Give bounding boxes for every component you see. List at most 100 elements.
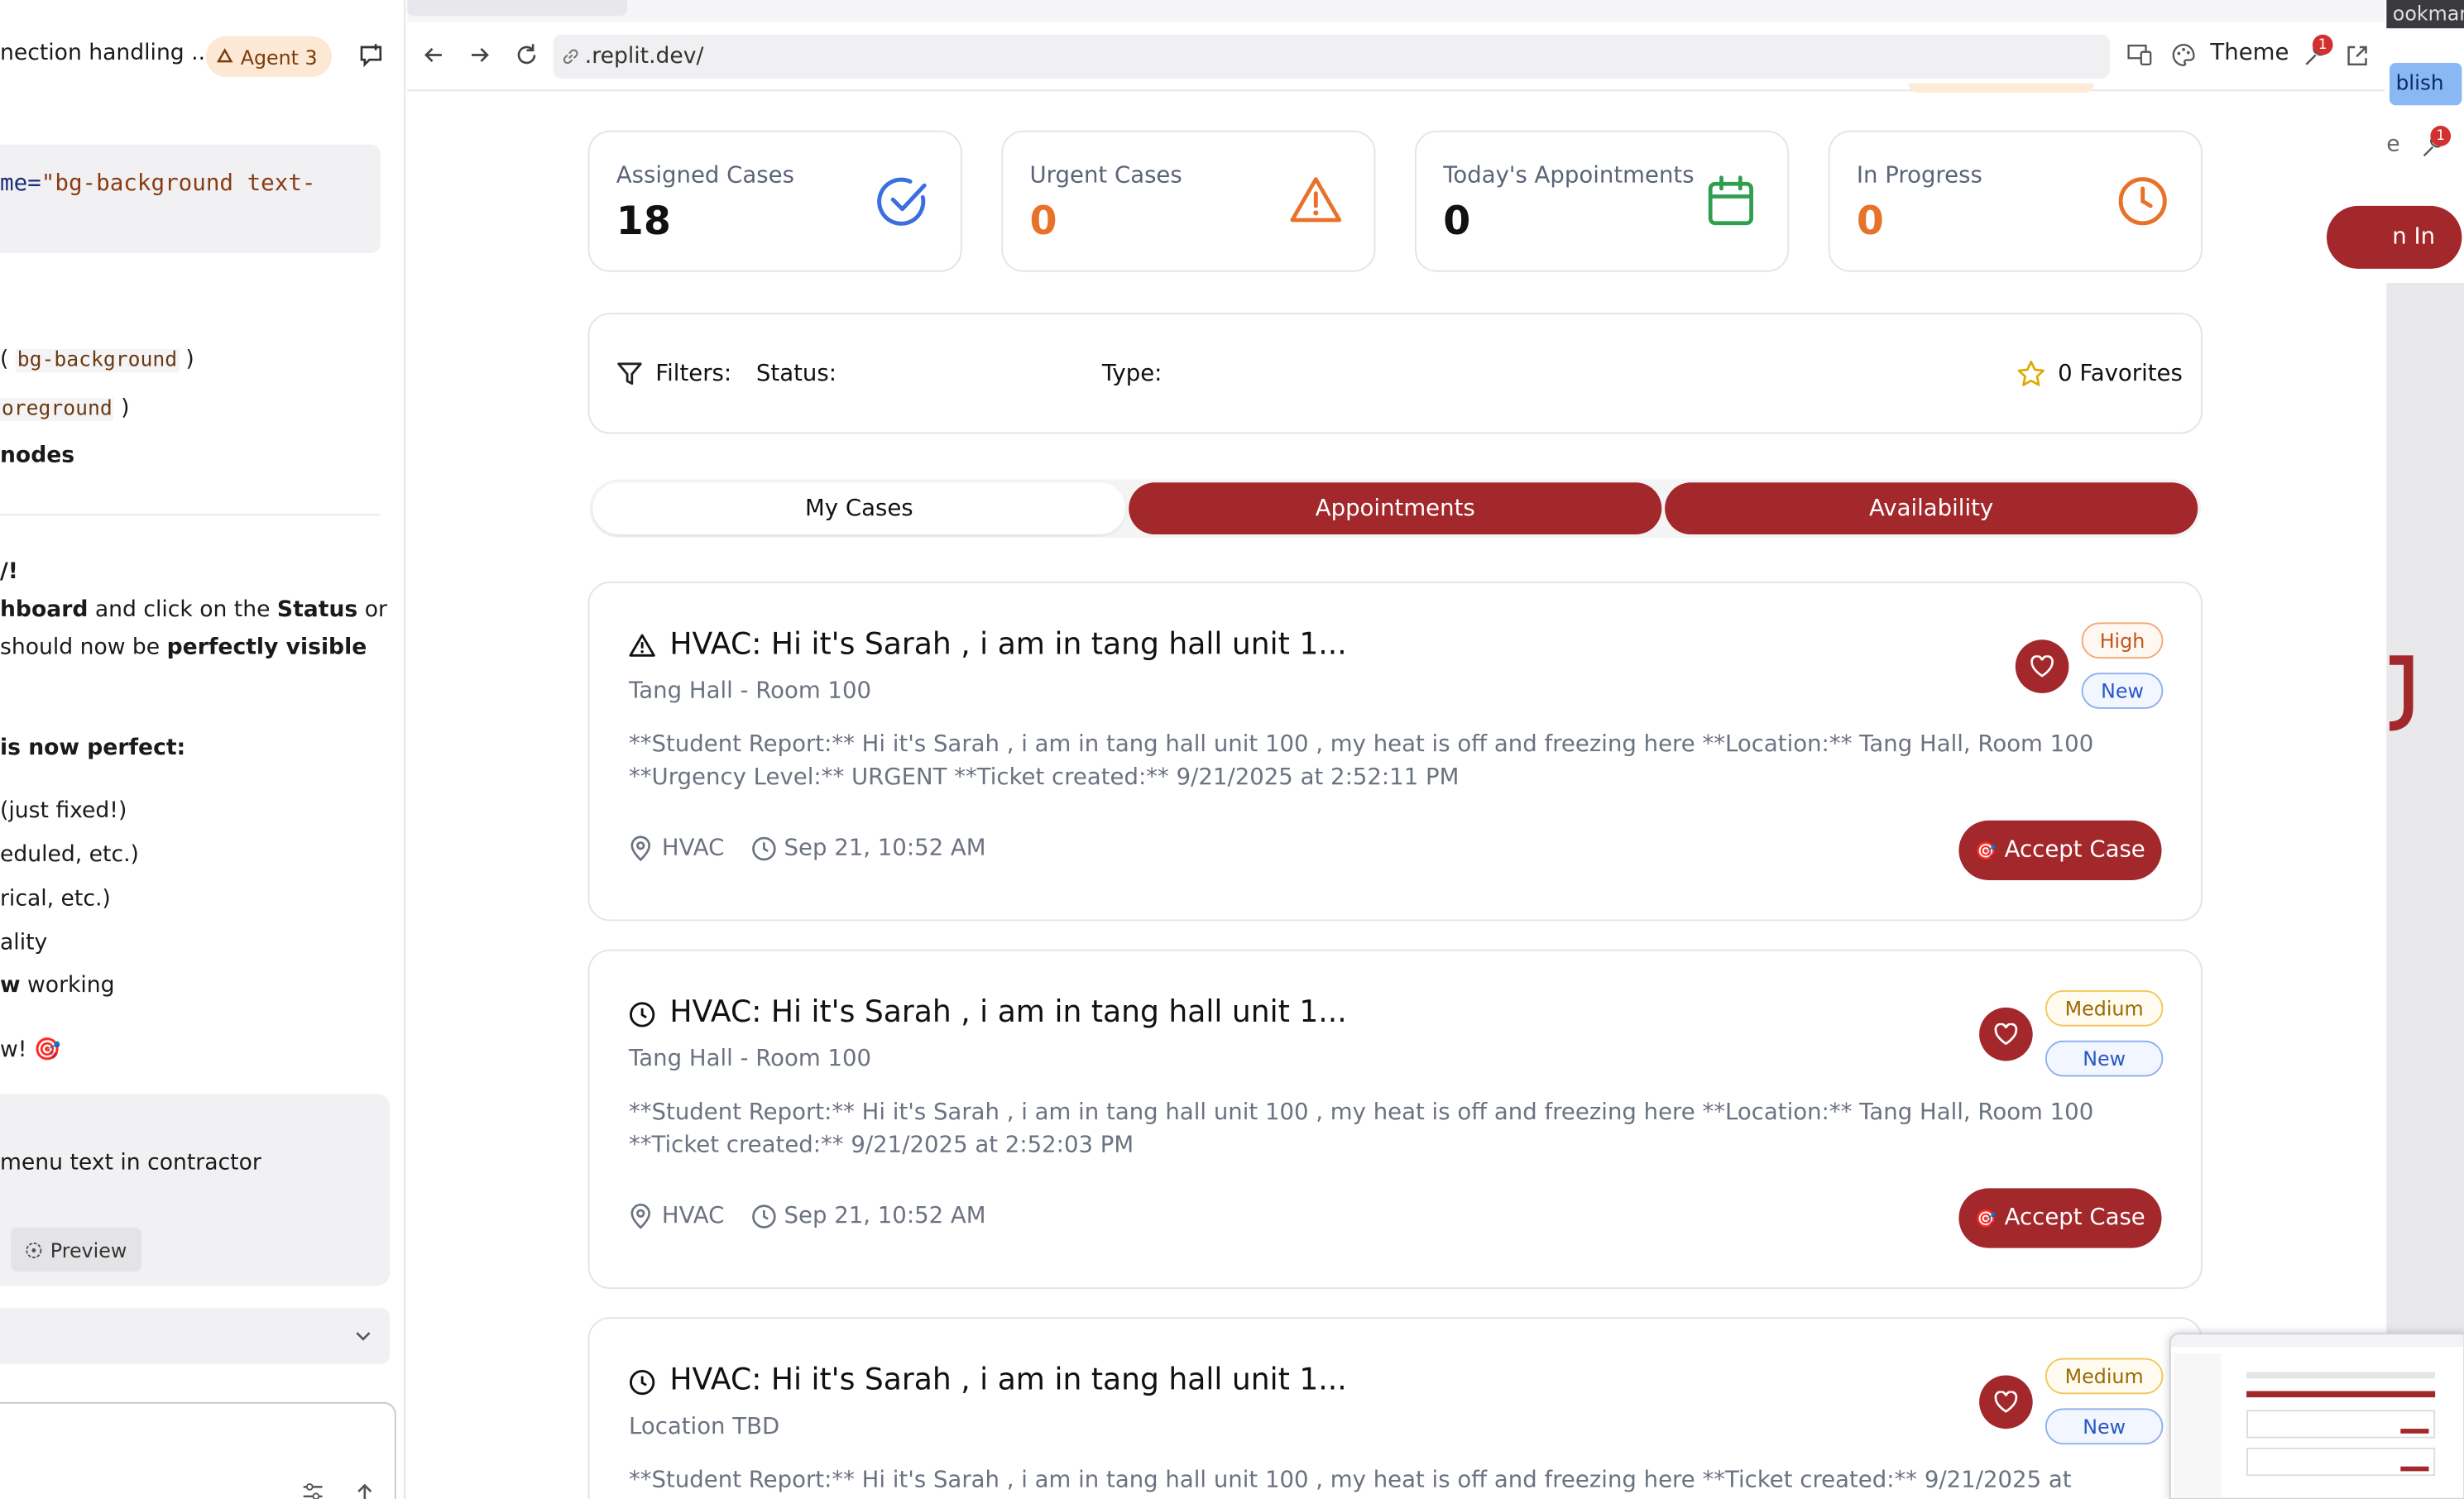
stat-value: 0 xyxy=(1856,198,1884,244)
agent-chat-panel: nection handling ... Agent 3 me="bg-back… xyxy=(0,0,406,1499)
case-description: **Student Report:** Hi it's Sarah , i am… xyxy=(629,1100,2094,1159)
case-title[interactable]: HVAC: Hi it's Sarah , i am in tang hall … xyxy=(669,995,1346,1030)
logo-fragment-icon xyxy=(2389,655,2414,731)
chat-line-dashboard: hboard and click on the Status or xyxy=(0,597,387,623)
chat-list-item: w working xyxy=(0,973,115,999)
accept-case-button[interactable]: 🎯 Accept Case xyxy=(1958,820,2162,880)
publish-button[interactable]: blish xyxy=(2390,63,2462,106)
stat-card-appointments: Today's Appointments 0 xyxy=(1415,130,1790,272)
case-category: HVAC xyxy=(661,835,725,861)
chat-input[interactable] xyxy=(0,1401,396,1499)
chat-line-visible: should now be perfectly visible xyxy=(0,635,367,660)
tab-list: My Cases Appointments Availability xyxy=(589,479,2201,538)
user-message-text: menu text in contractor xyxy=(0,1150,261,1176)
sign-in-button[interactable]: n In xyxy=(2327,205,2462,269)
type-filter[interactable]: Type: xyxy=(1102,362,1162,386)
devtools-badge: 1 xyxy=(2312,34,2333,55)
theme-button[interactable]: Theme xyxy=(2210,41,2289,65)
bg-window-shade xyxy=(2386,283,2464,1499)
clock-icon xyxy=(630,1369,655,1396)
stat-card-in-progress: In Progress 0 xyxy=(1828,130,2203,272)
favorite-button[interactable] xyxy=(1979,1007,2033,1061)
case-meta: HVAC Sep 21, 10:52 AM xyxy=(629,1203,986,1229)
agent-badge-label: Agent 3 xyxy=(240,45,318,69)
clock-icon xyxy=(751,836,776,860)
status-badge: New xyxy=(2045,1408,2164,1445)
new-chat-icon[interactable] xyxy=(358,42,383,68)
filter-icon xyxy=(617,362,642,386)
stat-card-urgent: Urgent Cases 0 xyxy=(1001,130,1376,272)
url-field[interactable]: .replit.dev/ xyxy=(553,34,2110,79)
tab-preview[interactable] xyxy=(407,0,628,16)
tab-appointments[interactable]: Appointments xyxy=(1129,482,1662,534)
send-arrow-icon[interactable] xyxy=(355,1482,374,1499)
stat-card-assigned: Assigned Cases 18 xyxy=(587,130,962,272)
chat-line-modes: nodes xyxy=(0,443,75,469)
stat-value: 0 xyxy=(1029,198,1057,244)
back-arrow-icon[interactable] xyxy=(423,44,445,66)
favorite-button[interactable] xyxy=(2015,639,2069,693)
forward-arrow-icon[interactable] xyxy=(468,44,491,66)
priority-badge: Medium xyxy=(2045,1358,2164,1395)
agent-icon xyxy=(216,48,233,63)
case-title[interactable]: HVAC: Hi it's Sarah , i am in tang hall … xyxy=(669,627,1346,662)
palette-icon[interactable] xyxy=(2171,42,2196,67)
map-pin-icon xyxy=(630,1204,651,1229)
stat-value: 18 xyxy=(616,198,671,244)
status-filter[interactable]: Status: xyxy=(756,362,837,386)
favorite-button[interactable] xyxy=(1979,1375,2033,1430)
header-element-partial xyxy=(1908,83,2094,93)
accept-case-button[interactable]: 🎯 Accept Case xyxy=(1958,1188,2162,1248)
screenshot-thumbnail[interactable] xyxy=(2169,1333,2464,1499)
chat-list-item: ality xyxy=(0,930,48,956)
collapsible-section[interactable] xyxy=(0,1307,391,1365)
stat-value: 0 xyxy=(1443,198,1471,244)
reload-icon[interactable] xyxy=(514,42,539,67)
case-description: **Student Report:** Hi it's Sarah , i am… xyxy=(629,732,2094,791)
edge-letter: e xyxy=(2386,132,2400,157)
tab-my-cases[interactable]: My Cases xyxy=(592,482,1126,534)
chat-line-bg: ( bg-background ) xyxy=(0,347,194,373)
clock-icon xyxy=(2118,177,2167,226)
bookmarks-text: ookmar xyxy=(2392,1,2464,26)
stat-label: Urgent Cases xyxy=(1029,163,1182,189)
case-time: Sep 21, 10:52 AM xyxy=(784,1203,986,1228)
stat-label: In Progress xyxy=(1856,163,1982,189)
stat-label: Assigned Cases xyxy=(616,163,794,189)
map-pin-icon xyxy=(630,836,651,862)
priority-badge: Medium xyxy=(2045,990,2164,1027)
star-icon xyxy=(2017,361,2045,386)
open-new-tab-icon[interactable] xyxy=(2346,44,2370,67)
case-location: Location TBD xyxy=(629,1415,780,1440)
agent-badge[interactable]: Agent 3 xyxy=(205,36,332,78)
filters-bar: Filters: Status: Type: 0 Favorites xyxy=(587,313,2203,434)
heart-icon xyxy=(1994,1022,2018,1046)
tab-availability[interactable]: Availability xyxy=(1665,482,2198,534)
priority-badge: High xyxy=(2081,622,2164,659)
case-card: HVAC: Hi it's Sarah , i am in tang hall … xyxy=(587,582,2203,922)
devices-icon[interactable] xyxy=(2127,44,2152,66)
chat-title: nection handling ... xyxy=(0,41,213,66)
heart-icon xyxy=(1994,1391,2018,1413)
case-location: Tang Hall - Room 100 xyxy=(629,1046,872,1072)
link-icon xyxy=(563,49,578,65)
preview-chip[interactable]: Preview xyxy=(11,1227,141,1272)
clock-icon xyxy=(630,1002,655,1027)
chevron-down-icon xyxy=(356,1332,371,1341)
status-badge: New xyxy=(2081,673,2164,709)
accept-case-label: Accept Case xyxy=(2004,1205,2145,1231)
target-icon: 🎯 xyxy=(1975,1208,1997,1228)
accept-case-label: Accept Case xyxy=(2004,837,2145,864)
chat-line-perfect: is now perfect: xyxy=(0,735,186,761)
case-title[interactable]: HVAC: Hi it's Sarah , i am in tang hall … xyxy=(669,1363,1346,1397)
code-snippet: me="bg-background text- xyxy=(0,144,381,253)
chat-divider xyxy=(0,514,381,516)
target-icon: 🎯 xyxy=(1975,840,1997,861)
case-location: Tang Hall - Room 100 xyxy=(629,678,872,705)
case-meta: HVAC Sep 21, 10:52 AM xyxy=(629,835,986,862)
settings-sliders-icon[interactable] xyxy=(302,1482,324,1499)
status-badge: New xyxy=(2045,1040,2164,1077)
favorites-toggle[interactable]: 0 Favorites xyxy=(2058,362,2183,386)
case-category: HVAC xyxy=(661,1203,725,1228)
case-description: **Student Report:** Hi it's Sarah , i am… xyxy=(629,1468,2072,1493)
